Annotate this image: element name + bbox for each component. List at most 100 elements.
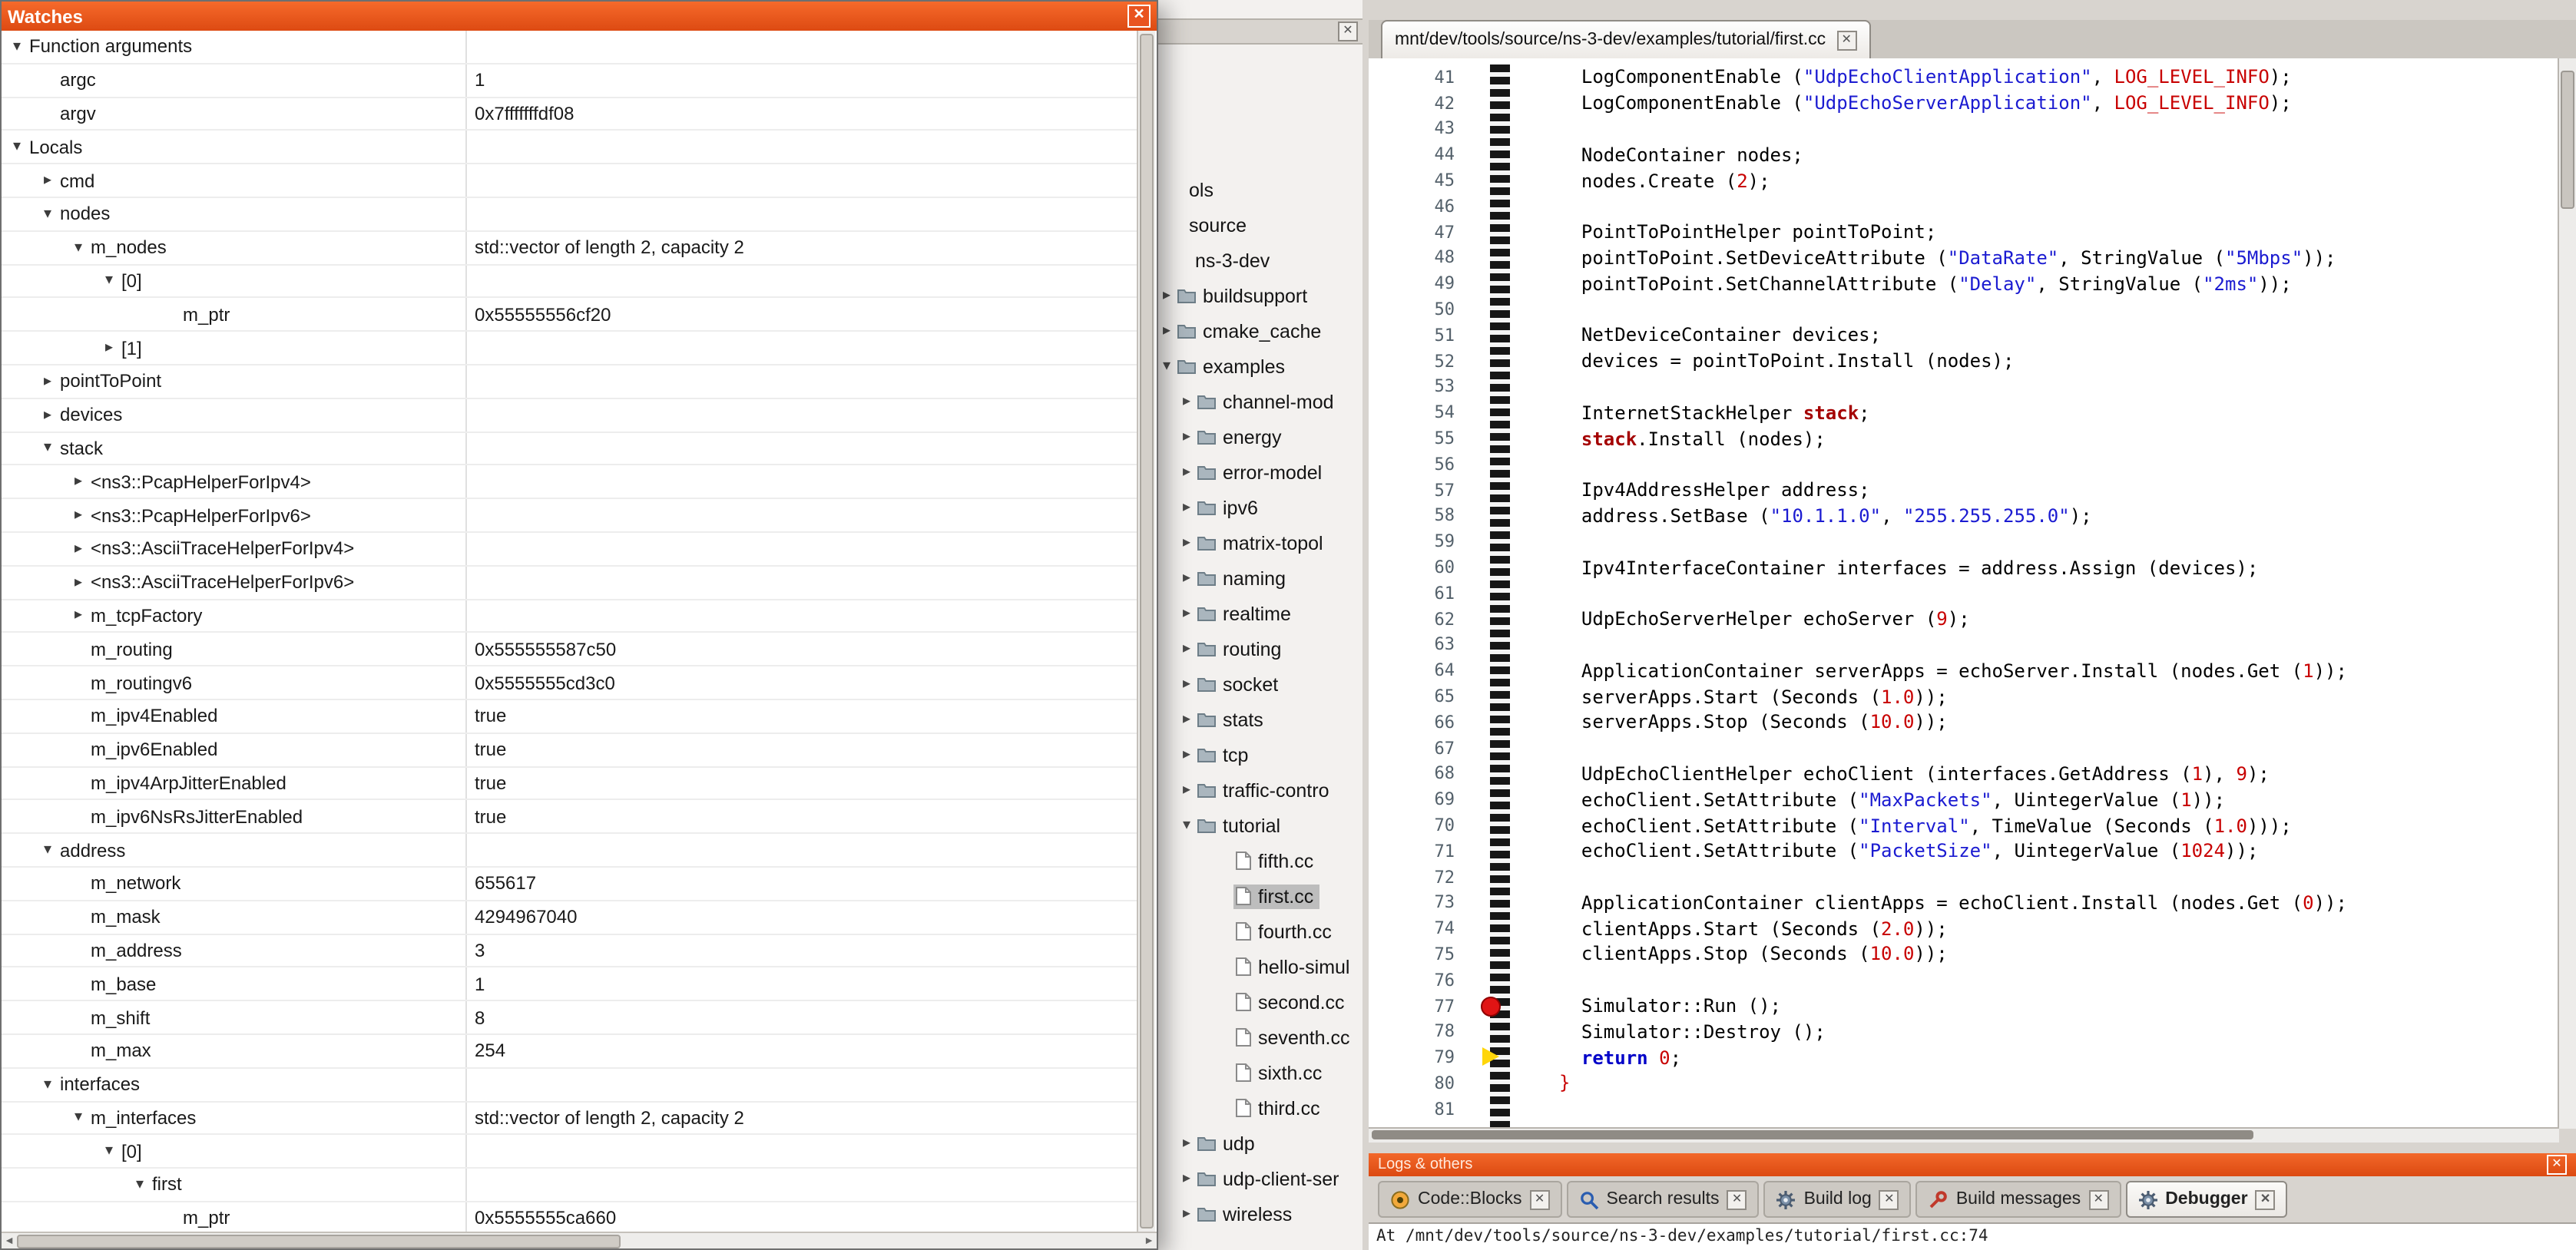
watch-row[interactable]: argv0x7fffffffdf08 xyxy=(2,98,1140,131)
watch-row[interactable]: ▾Locals xyxy=(2,131,1140,165)
chevron-right-icon[interactable]: ▸ xyxy=(1178,1170,1195,1187)
chevron-down-icon[interactable]: ▾ xyxy=(38,440,57,457)
code-text[interactable]: LogComponentEnable ("UdpEchoServerApplic… xyxy=(1544,92,2292,114)
tree-item-fifth-cc[interactable]: fifth.cc xyxy=(1158,843,1362,878)
watch-row[interactable]: m_routingv60x5555555cd3c0 xyxy=(2,666,1140,700)
line-marker-margin[interactable] xyxy=(1470,606,1544,632)
code-text[interactable]: LogComponentEnable ("UdpEchoClientApplic… xyxy=(1544,67,2292,88)
chevron-right-icon[interactable]: ▸ xyxy=(1178,428,1195,445)
line-marker-margin[interactable] xyxy=(1470,787,1544,813)
chevron-right-icon[interactable]: ▸ xyxy=(1178,1205,1195,1222)
code-text[interactable]: echoClient.SetAttribute ("PacketSize", U… xyxy=(1544,841,2258,862)
code-text[interactable]: Ipv4InterfaceContainer interfaces = addr… xyxy=(1544,557,2258,578)
chevron-right-icon[interactable]: ▸ xyxy=(69,474,88,491)
line-marker-margin[interactable] xyxy=(1470,967,1544,994)
watch-row[interactable]: ▸<ns3::AsciiTraceHelperForIpv4> xyxy=(2,533,1140,567)
watch-row[interactable]: ▾stack xyxy=(2,432,1140,466)
watch-row[interactable]: ▸[1] xyxy=(2,332,1140,365)
chevron-right-icon[interactable]: ▸ xyxy=(1178,746,1195,763)
watch-row[interactable]: ▾Function arguments xyxy=(2,31,1140,64)
breakpoint-icon[interactable] xyxy=(1481,996,1501,1016)
watch-row[interactable]: ▾nodes xyxy=(2,198,1140,232)
line-marker-margin[interactable] xyxy=(1470,245,1544,271)
logs-tab-debugger[interactable]: Debugger✕ xyxy=(2125,1181,2287,1218)
line-marker-margin[interactable] xyxy=(1470,993,1544,1019)
chevron-down-icon[interactable]: ▾ xyxy=(69,1109,88,1126)
chevron-right-icon[interactable]: ▸ xyxy=(69,541,88,557)
editor-vertical-scrollbar[interactable] xyxy=(2558,58,2576,1129)
chevron-right-icon[interactable]: ▸ xyxy=(1178,499,1195,516)
chevron-right-icon[interactable]: ▸ xyxy=(1178,1135,1195,1152)
watch-row[interactable]: m_ptr0x5555555ca660 xyxy=(2,1202,1140,1232)
watch-row[interactable]: ▸pointToPoint xyxy=(2,365,1140,399)
line-marker-margin[interactable] xyxy=(1470,116,1544,142)
logs-tab-code-blocks[interactable]: Code::Blocks✕ xyxy=(1378,1181,1562,1218)
line-marker-margin[interactable] xyxy=(1470,864,1544,890)
tree-item-udp-client-ser[interactable]: ▸udp-client-ser xyxy=(1158,1161,1362,1196)
scrollbar-thumb[interactable] xyxy=(1140,34,1154,1229)
code-text[interactable]: Simulator::Run (); xyxy=(1544,995,1781,1017)
line-marker-margin[interactable] xyxy=(1470,761,1544,787)
code-text[interactable]: Simulator::Destroy (); xyxy=(1544,1021,1826,1043)
line-marker-margin[interactable] xyxy=(1470,220,1544,246)
tree-item-hello-simul[interactable]: hello-simul xyxy=(1158,949,1362,984)
tree-item-routing[interactable]: ▸routing xyxy=(1158,631,1362,666)
watch-row[interactable]: ▸<ns3::PcapHelperForIpv6> xyxy=(2,499,1140,533)
watch-row[interactable]: ▾[0] xyxy=(2,1136,1140,1169)
line-marker-margin[interactable] xyxy=(1470,709,1544,736)
chevron-right-icon[interactable]: ▸ xyxy=(1178,570,1195,587)
close-icon[interactable]: ✕ xyxy=(2088,1189,2108,1209)
editor-horizontal-scrollbar[interactable] xyxy=(1369,1127,2559,1143)
code-text[interactable]: echoClient.SetAttribute ("MaxPackets", U… xyxy=(1544,789,2225,810)
line-marker-margin[interactable] xyxy=(1470,916,1544,942)
line-marker-margin[interactable] xyxy=(1470,1019,1544,1045)
tree-item-ols[interactable]: ols xyxy=(1158,172,1362,207)
tree-item-ns-3-dev[interactable]: ns-3-dev xyxy=(1158,243,1362,278)
code-text[interactable]: clientApps.Stop (Seconds (10.0)); xyxy=(1544,944,1948,965)
watch-row[interactable]: m_mask4294967040 xyxy=(2,901,1140,934)
tree-item-realtime[interactable]: ▸realtime xyxy=(1158,596,1362,631)
code-text[interactable]: address.SetBase ("10.1.1.0", "255.255.25… xyxy=(1544,505,2092,527)
code-text[interactable]: pointToPoint.SetDeviceAttribute ("DataRa… xyxy=(1544,247,2336,269)
code-text[interactable]: ApplicationContainer serverApps = echoSe… xyxy=(1544,660,2347,681)
logs-tab-build-messages[interactable]: Build messages✕ xyxy=(1916,1181,2121,1218)
code-text[interactable]: UdpEchoServerHelper echoServer (9); xyxy=(1544,608,1970,630)
watch-row[interactable]: ▸cmd xyxy=(2,164,1140,198)
watch-row[interactable]: ▾interfaces xyxy=(2,1068,1140,1102)
chevron-down-icon[interactable]: ▾ xyxy=(38,842,57,858)
watch-row[interactable]: ▸<ns3::PcapHelperForIpv4> xyxy=(2,466,1140,500)
line-marker-margin[interactable] xyxy=(1470,1096,1544,1123)
line-marker-margin[interactable] xyxy=(1470,658,1544,684)
tree-item-traffic-contro[interactable]: ▸traffic-contro xyxy=(1158,772,1362,808)
line-marker-margin[interactable] xyxy=(1470,425,1544,451)
tree-item-tutorial[interactable]: ▾tutorial xyxy=(1158,808,1362,843)
watch-row[interactable]: ▾m_nodesstd::vector of length 2, capacit… xyxy=(2,232,1140,266)
chevron-right-icon[interactable]: ▸ xyxy=(1178,711,1195,728)
chevron-down-icon[interactable]: ▾ xyxy=(8,139,26,156)
watch-row[interactable]: ▸m_tcpFactory xyxy=(2,600,1140,633)
tree-item-buildsupport[interactable]: ▸buildsupport xyxy=(1158,278,1362,313)
tree-item-error-model[interactable]: ▸error-model xyxy=(1158,455,1362,490)
line-marker-margin[interactable] xyxy=(1470,91,1544,117)
chevron-down-icon[interactable]: ▾ xyxy=(100,273,118,289)
close-icon[interactable]: ✕ xyxy=(1530,1189,1550,1209)
tree-item-wireless[interactable]: ▸wireless xyxy=(1158,1196,1362,1232)
watch-row[interactable]: ▾m_interfacesstd::vector of length 2, ca… xyxy=(2,1102,1140,1136)
chevron-right-icon[interactable]: ▸ xyxy=(69,607,88,624)
chevron-right-icon[interactable]: ▸ xyxy=(1158,322,1175,339)
close-icon[interactable]: ✕ xyxy=(2547,1155,2567,1175)
chevron-right-icon[interactable]: ▸ xyxy=(1178,534,1195,551)
code-text[interactable]: pointToPoint.SetChannelAttribute ("Delay… xyxy=(1544,273,2292,295)
code-text[interactable]: InternetStackHelper stack; xyxy=(1544,402,1870,424)
tree-item-second-cc[interactable]: second.cc xyxy=(1158,984,1362,1020)
watches-titlebar[interactable]: Watches ✕ xyxy=(2,2,1157,31)
close-icon[interactable]: ✕ xyxy=(1879,1189,1899,1209)
chevron-down-icon[interactable]: ▾ xyxy=(8,38,26,55)
line-marker-margin[interactable] xyxy=(1470,1045,1544,1071)
chevron-right-icon[interactable]: ▸ xyxy=(1178,782,1195,799)
line-marker-margin[interactable] xyxy=(1470,349,1544,375)
code-text[interactable]: UdpEchoClientHelper echoClient (interfac… xyxy=(1544,763,2270,785)
chevron-down-icon[interactable]: ▾ xyxy=(1158,358,1175,375)
line-marker-margin[interactable] xyxy=(1470,503,1544,529)
line-marker-margin[interactable] xyxy=(1470,271,1544,297)
